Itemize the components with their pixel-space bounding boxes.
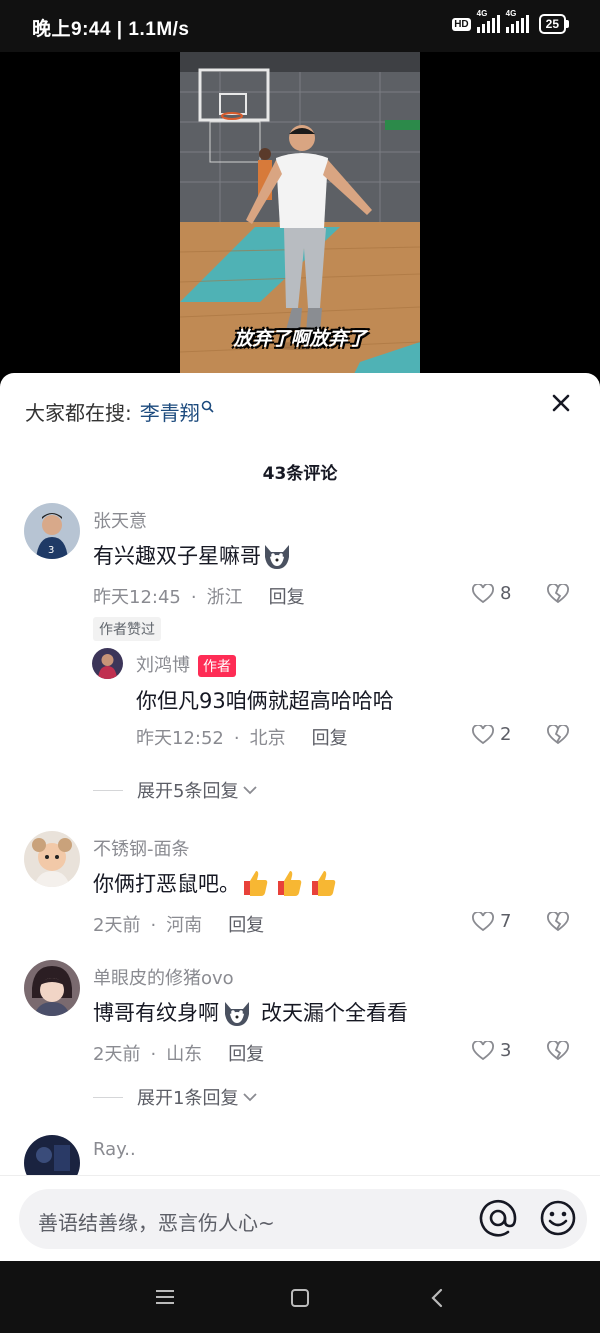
back-icon[interactable] [428, 1286, 448, 1310]
heart-outline-icon [472, 911, 494, 931]
husky-emoji-icon [265, 545, 289, 569]
thumbs-up-emoji-icon [312, 871, 336, 896]
home-icon[interactable] [289, 1287, 311, 1309]
smiley-icon[interactable] [538, 1198, 578, 1238]
comment-text-before: 博哥有纹身啊 [93, 1001, 219, 1025]
comment-text-after: 改天漏个全看看 [261, 1001, 408, 1025]
expand-replies-button[interactable]: 展开5条回复 [93, 777, 258, 803]
status-indicators: HD 4G 4G 25 [452, 9, 570, 34]
comment-text: 有兴趣双子星嘛哥 [93, 539, 293, 571]
comment-location: 河南 [166, 915, 203, 936]
comment-text-body: 你俩打恶鼠吧。 [93, 872, 240, 896]
comment-meta: 2天前 · 山东 回复 [93, 1044, 265, 1065]
comment-count: 43条评论 [262, 464, 338, 484]
expand-divider [93, 1096, 123, 1098]
comment-input-placeholder: 善语结善缘，恶言伤人心~ [38, 1211, 275, 1235]
search-suggestion-prefix: 大家都在搜: [25, 401, 132, 425]
expand-replies-button[interactable]: 展开1条回复 [93, 1084, 258, 1110]
like-button[interactable]: 3 [472, 1040, 511, 1061]
like-button[interactable]: 8 [472, 583, 511, 604]
comment-author[interactable]: 不锈钢-面条 [93, 835, 190, 861]
comment-text: 你俩打恶鼠吧。 [93, 867, 342, 899]
hd-badge: HD [452, 17, 471, 31]
reply-meta: 昨天12:52 · 北京 回复 [136, 728, 348, 749]
comment-input-bar: 善语结善缘，恶言伤人心~ [0, 1175, 600, 1261]
chevron-down-icon [243, 786, 258, 795]
search-icon [201, 400, 214, 413]
search-suggestion-keyword[interactable]: 李青翔 [140, 397, 200, 426]
comment-author[interactable]: 张天意 [93, 507, 147, 533]
expand-replies-label: 展开1条回复 [137, 1088, 239, 1109]
heart-outline-icon [472, 1040, 494, 1060]
at-mention-icon[interactable] [477, 1197, 519, 1239]
avatar[interactable] [92, 648, 123, 679]
status-time: 晚上9:44 | 1.1M/s [32, 19, 190, 40]
reply-author[interactable]: 刘鸿博 作者 [136, 651, 236, 677]
like-button[interactable]: 7 [472, 911, 511, 932]
comment-item: 单眼皮的修猪ovo 博哥有纹身啊 改天漏个全看看 2天前 · 山东 回复 3 展开1条… [0, 958, 600, 1110]
expand-replies-label: 展开5条回复 [137, 781, 239, 802]
author-tag: 作者 [198, 655, 236, 677]
reply-button[interactable]: 回复 [228, 915, 264, 936]
reply-text: 你但凡93咱俩就超高哈哈哈 [136, 689, 394, 713]
signal-icon: 4G [476, 9, 500, 33]
search-suggestion[interactable]: 大家都在搜: 李青翔 [25, 397, 214, 426]
comment-item: 3 张天意 有兴趣双子星嘛哥 昨天12:45 · 浙江 回复 8 作者赞过 刘鸿… [0, 501, 600, 803]
battery-icon: 25 [538, 14, 570, 34]
comment-location: 山东 [166, 1044, 203, 1065]
like-count: 3 [500, 1040, 512, 1061]
reply-time: 昨天12:52 [136, 728, 224, 749]
thumbs-up-emoji-icon [244, 871, 268, 896]
system-nav-bar [0, 1261, 600, 1333]
comment-time: 2天前 [93, 1044, 141, 1065]
broken-heart-icon[interactable] [547, 912, 569, 932]
chevron-down-icon [243, 1093, 258, 1102]
video-caption: 放弃了啊放弃了 [233, 328, 367, 350]
svg-text:3: 3 [48, 545, 54, 556]
reply-button[interactable]: 回复 [228, 1044, 264, 1065]
comment-meta: 昨天12:45 · 浙江 回复 [93, 587, 305, 608]
video-player[interactable]: 放弃了啊放弃了 [0, 52, 600, 382]
reply-author-name: 刘鸿博 [136, 655, 190, 676]
comment-item: 不锈钢-面条 你俩打恶鼠吧。 2天前 · 河南 回复 7 [0, 829, 600, 939]
comment-author[interactable]: Ray.. [93, 1139, 136, 1160]
network-type: 4G [505, 9, 517, 18]
signal-icon: 4G [505, 9, 529, 33]
broken-heart-icon[interactable] [547, 725, 569, 745]
avatar[interactable] [24, 831, 80, 887]
network-type: 4G [476, 9, 488, 18]
comment-text-body: 有兴趣双子星嘛哥 [93, 544, 261, 568]
reply-button[interactable]: 回复 [312, 728, 348, 749]
like-button[interactable]: 2 [472, 724, 511, 745]
comment-time: 昨天12:45 [93, 587, 181, 608]
comment-sheet: 大家都在搜: 李青翔 43条评论 3 张天意 有兴趣双子星嘛哥 昨天12:45 … [0, 373, 600, 1261]
husky-emoji-icon [225, 1002, 249, 1026]
comment-text: 博哥有纹身啊 改天漏个全看看 [93, 996, 408, 1028]
avatar[interactable] [24, 960, 80, 1016]
broken-heart-icon[interactable] [547, 1041, 569, 1061]
video-thumbnail[interactable]: 放弃了啊放弃了 [180, 52, 420, 382]
close-icon[interactable] [548, 390, 574, 416]
like-count: 8 [500, 583, 512, 604]
menu-icon[interactable] [153, 1287, 177, 1307]
comment-location: 浙江 [206, 587, 243, 608]
like-count: 2 [500, 724, 512, 745]
reply-location: 北京 [249, 728, 286, 749]
author-liked-badge: 作者赞过 [93, 617, 161, 641]
comment-time: 2天前 [93, 915, 141, 936]
avatar[interactable]: 3 [24, 503, 80, 559]
status-bar: 晚上9:44 | 1.1M/s HD 4G 4G 25 [0, 0, 600, 52]
heart-outline-icon [472, 583, 494, 603]
expand-divider [93, 789, 123, 791]
comment-author[interactable]: 单眼皮的修猪ovo [93, 964, 234, 990]
comment-meta: 2天前 · 河南 回复 [93, 915, 265, 936]
broken-heart-icon[interactable] [547, 584, 569, 604]
comment-item: Ray.. [0, 1135, 600, 1191]
reply-button[interactable]: 回复 [269, 587, 305, 608]
like-count: 7 [500, 911, 512, 932]
heart-outline-icon [472, 724, 494, 744]
comment-input[interactable]: 善语结善缘，恶言伤人心~ [19, 1189, 587, 1249]
thumbs-up-emoji-icon [278, 871, 302, 896]
